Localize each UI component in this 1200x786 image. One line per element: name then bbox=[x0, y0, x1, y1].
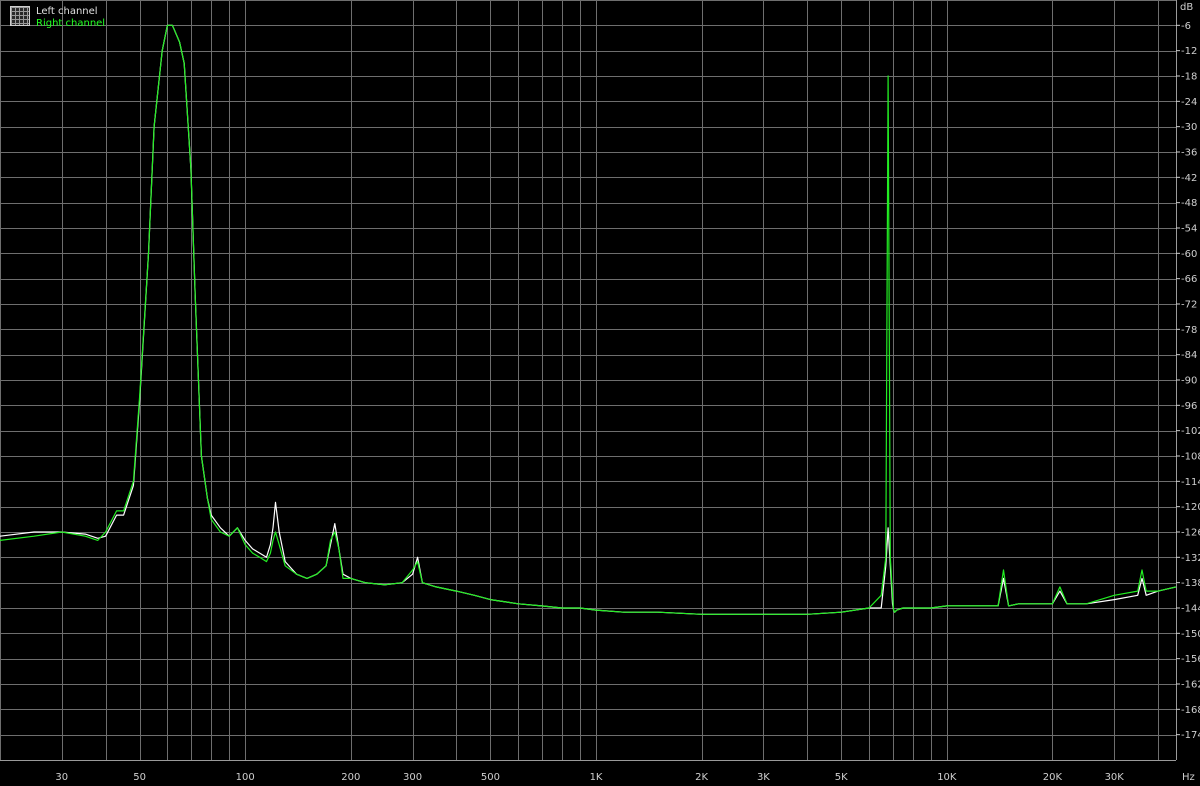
x-tick-label: 50 bbox=[133, 772, 146, 783]
x-tick-label: 30K bbox=[1105, 772, 1125, 783]
y-tick-label: -120 bbox=[1181, 502, 1200, 513]
x-tick-label: 20K bbox=[1043, 772, 1063, 783]
y-tick-label: -108 bbox=[1181, 452, 1200, 463]
x-tick-label: 5K bbox=[835, 772, 848, 783]
x-tick-label: 30 bbox=[55, 772, 68, 783]
y-tick-label: -138 bbox=[1181, 578, 1200, 589]
y-tick-label: -114 bbox=[1181, 477, 1200, 488]
x-tick-label: 3K bbox=[757, 772, 770, 783]
y-tick-label: -174 bbox=[1181, 730, 1200, 741]
y-tick-label: -162 bbox=[1181, 680, 1200, 691]
legend: Left channel Right channel bbox=[10, 6, 105, 30]
x-tick-label: 200 bbox=[341, 772, 360, 783]
y-axis-unit: dB bbox=[1180, 2, 1193, 13]
legend-left-channel: Left channel bbox=[36, 6, 98, 17]
y-tick-label: -90 bbox=[1181, 376, 1197, 387]
y-tick-label: -168 bbox=[1181, 705, 1200, 716]
y-tick-label: -54 bbox=[1181, 224, 1197, 235]
y-tick-label: -144 bbox=[1181, 604, 1200, 615]
y-tick-label: -18 bbox=[1181, 72, 1197, 83]
y-tick-label: -42 bbox=[1181, 173, 1197, 184]
y-tick-label: -72 bbox=[1181, 300, 1197, 311]
y-tick-label: -150 bbox=[1181, 629, 1200, 640]
y-tick-label: -24 bbox=[1181, 97, 1197, 108]
x-tick-label: 100 bbox=[236, 772, 255, 783]
y-tick-label: -36 bbox=[1181, 148, 1197, 159]
y-tick-label: -156 bbox=[1181, 654, 1200, 665]
y-tick-label: -30 bbox=[1181, 122, 1197, 133]
x-tick-label: 2K bbox=[695, 772, 708, 783]
x-tick-label: 500 bbox=[481, 772, 500, 783]
plot-background bbox=[0, 0, 1200, 786]
legend-grid-icon bbox=[10, 6, 30, 26]
y-tick-label: -84 bbox=[1181, 350, 1197, 361]
y-tick-label: -60 bbox=[1181, 249, 1197, 260]
y-tick-label: -96 bbox=[1181, 401, 1197, 412]
x-tick-label: 10K bbox=[937, 772, 957, 783]
spectrum-plot: -6 -12 -18 -24 -30 -36 -42 -48 -54 -60 -66 -72 -78 -8… bbox=[0, 0, 1200, 786]
x-tick-label: 300 bbox=[403, 772, 422, 783]
y-tick-label: -66 bbox=[1181, 274, 1197, 285]
legend-right-channel: Right channel bbox=[36, 18, 106, 29]
y-tick-label: -132 bbox=[1181, 553, 1200, 564]
y-tick-label: -12 bbox=[1181, 46, 1197, 57]
x-axis-unit: Hz bbox=[1182, 772, 1195, 783]
y-tick-label: -102 bbox=[1181, 426, 1200, 437]
y-tick-label: -6 bbox=[1181, 21, 1191, 32]
y-tick-label: -126 bbox=[1181, 528, 1200, 539]
y-tick-label: -48 bbox=[1181, 198, 1197, 209]
x-tick-label: 1K bbox=[590, 772, 603, 783]
y-tick-label: -78 bbox=[1181, 325, 1197, 336]
